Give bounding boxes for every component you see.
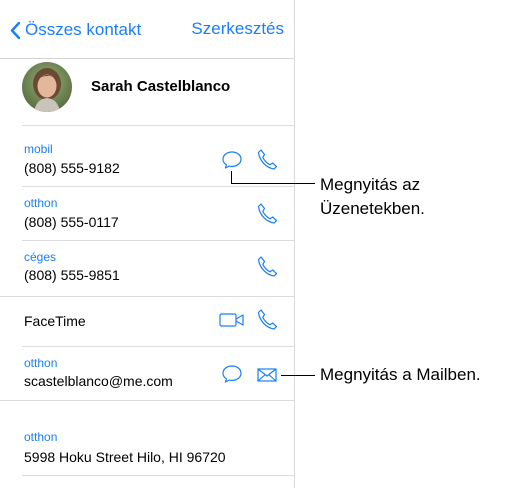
phone-label: otthon — [24, 196, 58, 210]
divider — [22, 240, 294, 241]
back-button-label: Összes kontakt — [25, 20, 142, 39]
divider — [22, 125, 294, 126]
phone-number: (808) 555-0117 — [24, 214, 119, 230]
address-line: 5998 Hoku Street Hilo, HI 96720 — [24, 449, 226, 465]
contact-name: Sarah Castelblanco — [91, 78, 231, 95]
phone-icon[interactable] — [257, 308, 277, 330]
mail-icon[interactable] — [257, 368, 277, 382]
callout-leader-messages — [231, 183, 315, 184]
chevron-left-icon — [10, 21, 21, 39]
callout-messages-line2: Üzenetekben. — [320, 199, 425, 218]
phone-label: mobil — [24, 142, 53, 156]
contact-card-screen: Összes kontakt Szerkesztés Sarah Castelb… — [0, 0, 295, 488]
phone-number: (808) 555-9851 — [24, 267, 120, 283]
phone-icon[interactable] — [257, 255, 277, 277]
email-label: otthon — [24, 356, 58, 370]
callout-mail: Megnyitás a Mailben. — [320, 365, 481, 384]
callout-messages-line1: Megnyitás az — [320, 175, 421, 194]
divider — [22, 475, 294, 476]
back-button[interactable]: Összes kontakt — [10, 18, 141, 42]
edit-button[interactable]: Szerkesztés — [191, 19, 284, 39]
divider — [22, 346, 294, 347]
email-address: scastelblanco@me.com — [24, 373, 173, 389]
callout-leader-mail — [281, 375, 315, 376]
phone-icon[interactable] — [257, 148, 277, 170]
message-icon[interactable] — [221, 150, 243, 170]
address-label: otthon — [24, 430, 58, 444]
navigation-bar: Összes kontakt Szerkesztés — [0, 0, 294, 59]
callout-leader-messages-vertical — [231, 171, 232, 183]
phone-icon[interactable] — [257, 202, 277, 224]
avatar — [22, 62, 72, 112]
message-icon[interactable] — [221, 364, 243, 384]
divider — [22, 186, 294, 187]
contact-header: Sarah Castelblanco — [0, 58, 294, 114]
video-icon[interactable] — [219, 312, 245, 328]
section-divider — [0, 296, 294, 297]
phone-number: (808) 555-9182 — [24, 160, 120, 176]
phone-label: céges — [24, 250, 57, 264]
section-divider — [0, 400, 294, 401]
facetime-label: FaceTime — [24, 313, 86, 329]
callout-messages: Megnyitás az Üzenetekben. — [320, 173, 425, 221]
avatar-photo — [22, 62, 72, 112]
